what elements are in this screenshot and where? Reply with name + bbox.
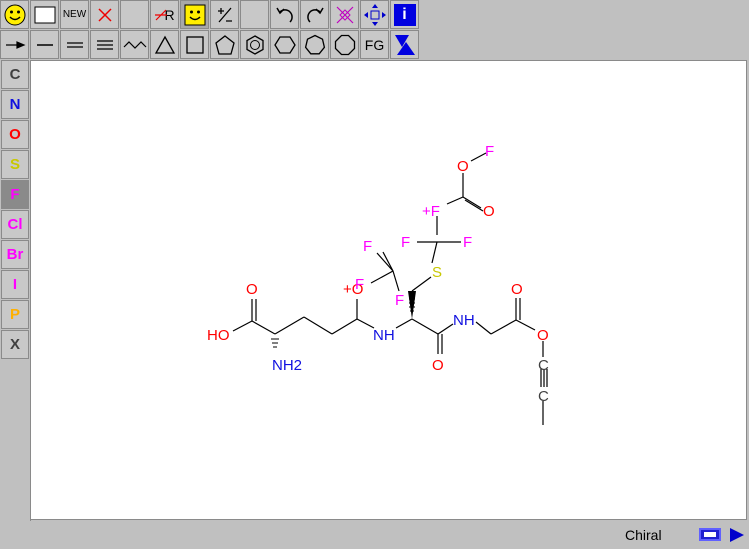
atom-f-cf3-bottom[interactable]: F	[395, 292, 404, 309]
element-symbol: C	[9, 66, 21, 83]
element-button-br[interactable]: Br	[1, 240, 29, 269]
delete-icon[interactable]	[90, 0, 119, 29]
double-bond-icon[interactable]	[60, 30, 89, 59]
info-button[interactable]: i	[390, 0, 419, 29]
wedge-bond	[408, 291, 416, 319]
chain-icon[interactable]	[120, 30, 149, 59]
play-icon[interactable]	[730, 528, 744, 542]
element-symbol: P	[9, 306, 20, 323]
atom-sulfur[interactable]: S	[432, 264, 442, 281]
atom-f-right[interactable]: F	[463, 234, 472, 251]
blank-button-2[interactable]	[240, 0, 269, 29]
atom-nh-gly[interactable]: NH	[453, 312, 475, 329]
molecule-drawing: HO O NH2 +O NH NH O F F F S F F +F O O F…	[207, 143, 549, 425]
ring-8-icon[interactable]	[330, 30, 359, 59]
element-button-f[interactable]: F	[1, 180, 29, 209]
atom-f-end[interactable]: F	[485, 143, 494, 160]
atom-o-link[interactable]: O	[457, 158, 469, 175]
element-symbol: X	[9, 336, 20, 353]
chiral-flag[interactable]: Chiral	[625, 527, 662, 543]
element-symbol: Cl	[7, 216, 23, 233]
atom-f-left[interactable]: F	[401, 234, 410, 251]
single-bond-icon[interactable]	[30, 30, 59, 59]
redo-icon[interactable]	[300, 0, 329, 29]
element-button-o[interactable]: O	[1, 120, 29, 149]
element-symbol: Br	[6, 246, 24, 263]
element-button-s[interactable]: S	[1, 150, 29, 179]
smiley-icon[interactable]	[0, 0, 29, 29]
atom-ho[interactable]: HO	[207, 327, 230, 344]
element-button-i[interactable]: I	[1, 270, 29, 299]
atom-nh-amide[interactable]: NH	[373, 327, 395, 344]
blank-button[interactable]	[120, 0, 149, 29]
clean-icon[interactable]	[330, 0, 359, 29]
element-symbol: O	[9, 126, 21, 143]
atom-o-gly-carbonyl[interactable]: O	[511, 281, 523, 298]
element-symbol: S	[9, 156, 20, 173]
wedge-bond-icon[interactable]	[0, 30, 29, 59]
ring-6-icon[interactable]	[270, 30, 299, 59]
info-icon: i	[402, 5, 407, 23]
fg-label: FG	[364, 36, 385, 53]
element-symbol: F	[10, 186, 20, 203]
element-button-p[interactable]: P	[1, 300, 29, 329]
clear-canvas-button[interactable]	[30, 0, 59, 29]
atom-nh2[interactable]: NH2	[272, 357, 302, 374]
benzene-icon[interactable]	[240, 30, 269, 59]
element-button-cl[interactable]: Cl	[1, 210, 29, 239]
element-palette: C N O S F Cl Br I P X	[0, 60, 31, 522]
template-smiley-icon[interactable]	[180, 0, 209, 29]
functional-group-button[interactable]: FG	[360, 30, 389, 59]
ring-7-icon[interactable]	[300, 30, 329, 59]
atom-labels: HO O NH2 +O NH NH O F F F S F F +F O O F…	[207, 143, 549, 405]
atom-o-acid[interactable]: O	[246, 281, 258, 298]
query-triangle-icon[interactable]	[390, 30, 419, 59]
undo-icon[interactable]	[270, 0, 299, 29]
element-button-n[interactable]: N	[1, 90, 29, 119]
toolbar: NEW R i FG	[0, 0, 420, 60]
atom-o-gly-ester[interactable]: O	[537, 327, 549, 344]
atom-o-amide[interactable]: O	[432, 357, 444, 374]
element-symbol: N	[9, 96, 21, 113]
new-button[interactable]: NEW	[60, 0, 89, 29]
atom-o-carbonyl[interactable]: O	[483, 203, 495, 220]
atom-f-cf3-top[interactable]: F	[363, 238, 372, 255]
window-icon[interactable]	[699, 528, 721, 541]
atom-c-alkyne-1[interactable]: C	[538, 357, 549, 374]
drawing-canvas[interactable]: HO O NH2 +O NH NH O F F F S F F +F O O F…	[30, 60, 747, 520]
atom-f-cf3-left[interactable]: F	[355, 276, 364, 293]
triple-bond-icon[interactable]	[90, 30, 119, 59]
new-label: NEW	[62, 9, 87, 20]
element-button-x[interactable]: X	[1, 330, 29, 359]
move-icon[interactable]	[360, 0, 389, 29]
element-button-c[interactable]: C	[1, 60, 29, 89]
ring-4-icon[interactable]	[180, 30, 209, 59]
ring-3-icon[interactable]	[150, 30, 179, 59]
remove-r-button[interactable]: R	[150, 0, 179, 29]
bonds	[232, 152, 548, 425]
atom-c-alkyne-2[interactable]: C	[538, 388, 549, 405]
charge-icon[interactable]	[210, 0, 239, 29]
ring-5-icon[interactable]	[210, 30, 239, 59]
atom-f-plus[interactable]: +F	[422, 203, 440, 220]
element-symbol: I	[12, 276, 18, 293]
